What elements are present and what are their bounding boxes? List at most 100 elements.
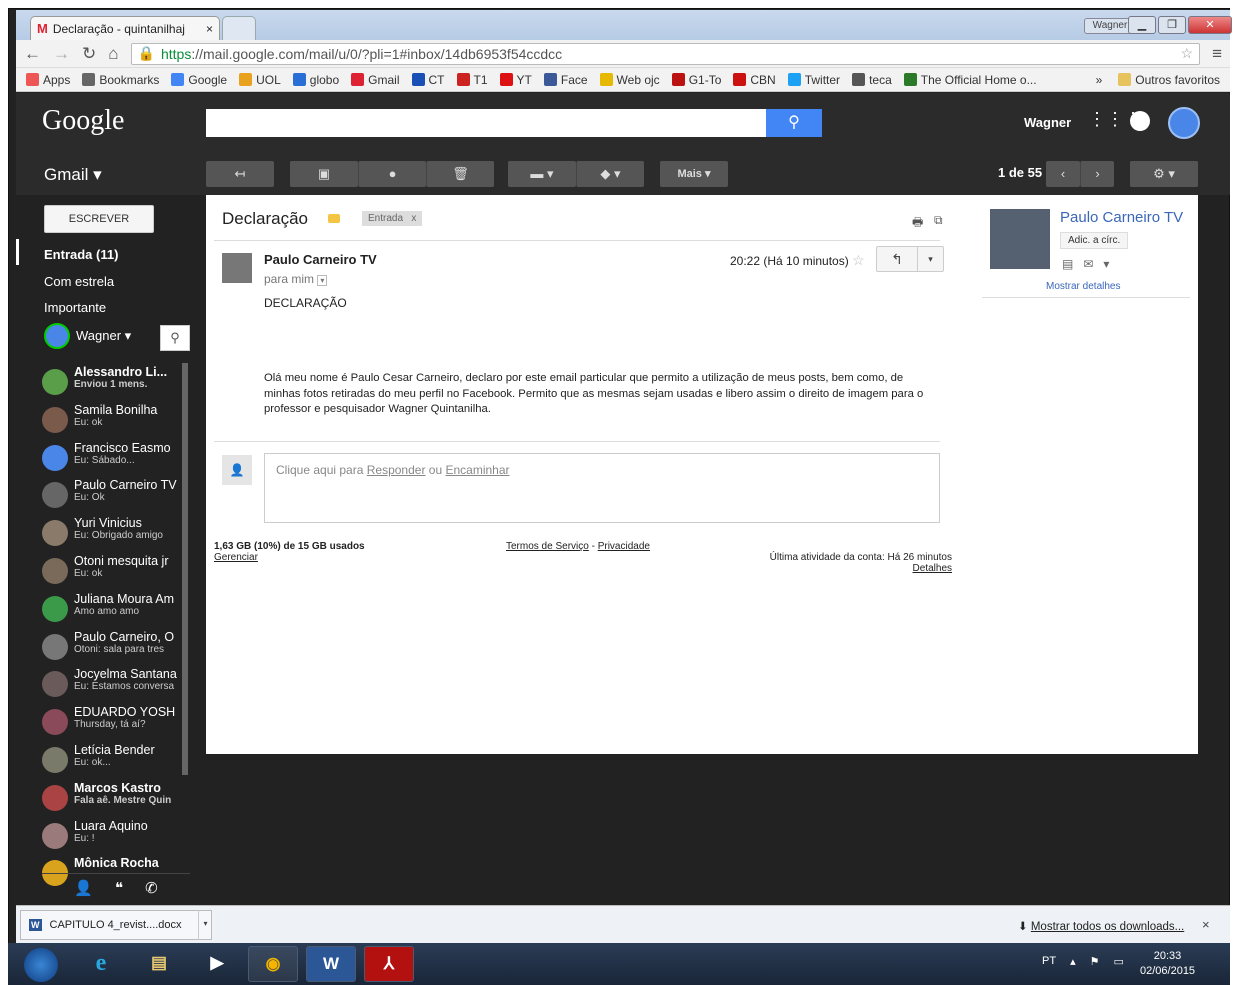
tray-expand-icon[interactable]: ▴ xyxy=(1070,955,1076,968)
older-button[interactable]: › xyxy=(1080,161,1114,187)
bookmark-item[interactable]: Google xyxy=(165,73,233,87)
google-logo[interactable]: Google xyxy=(42,105,124,137)
add-to-circles-button[interactable]: Adic. a círc. xyxy=(1060,232,1129,249)
report-spam-button[interactable]: ● xyxy=(358,161,426,187)
chrome-icon[interactable]: ◉ xyxy=(248,946,298,982)
tab-close-icon[interactable]: × xyxy=(206,22,213,36)
bookmark-item[interactable]: Twitter xyxy=(782,73,846,87)
show-all-downloads-link[interactable]: ⬇ Mostrar todos os downloads... xyxy=(1018,919,1184,933)
details-link[interactable]: Detalhes xyxy=(676,563,952,574)
contact-photo[interactable] xyxy=(990,209,1050,269)
chat-contact[interactable]: Letícia Bender Eu: ok... xyxy=(42,743,192,781)
back-icon[interactable]: ← xyxy=(24,44,41,64)
bookmark-item[interactable]: Web ojc xyxy=(594,73,666,87)
phone-icon[interactable]: ✆ xyxy=(145,879,158,897)
minimize-button[interactable]: ▁ xyxy=(1128,16,1156,34)
maximize-button[interactable]: ❐ xyxy=(1158,16,1186,34)
account-avatar[interactable] xyxy=(1168,107,1200,139)
chat-status-menu[interactable]: Wagner ▾ xyxy=(44,323,131,349)
clock[interactable]: 20:33 02/06/2015 xyxy=(1140,949,1195,979)
other-bookmarks[interactable]: Outros favoritos xyxy=(1112,73,1230,87)
bookmark-item[interactable]: CT xyxy=(406,73,451,87)
chat-contact[interactable]: Marcos Kastro Fala aê. Mestre Quin xyxy=(42,781,192,819)
media-player-icon[interactable]: ▶ xyxy=(192,946,242,982)
chat-contact[interactable]: Paulo Carneiro, O Otoni: sala para tres xyxy=(42,630,192,668)
gmail-menu[interactable]: Gmail ▾ xyxy=(44,165,102,185)
acrobat-icon[interactable]: ⅄ xyxy=(364,946,414,982)
new-window-icon[interactable]: ⧉ xyxy=(934,213,943,228)
reply-link[interactable]: Responder xyxy=(367,463,426,477)
bookmark-item[interactable]: CBN xyxy=(727,73,781,87)
sender-name[interactable]: Paulo Carneiro TV xyxy=(264,252,377,267)
move-to-button[interactable]: ▬ ▾ xyxy=(508,161,576,187)
word-icon[interactable]: W xyxy=(306,946,356,982)
email-icon[interactable]: ✉ xyxy=(1083,257,1093,271)
back-to-inbox-button[interactable]: ↤ xyxy=(206,161,274,187)
person-icon[interactable]: 👤 xyxy=(74,879,93,897)
bookmark-item[interactable]: YT xyxy=(494,73,538,87)
chat-search-button[interactable]: ⚲ xyxy=(160,325,190,351)
url-input[interactable]: 🔒 https://mail.google.com/mail/u/0/?pli=… xyxy=(130,42,1201,65)
settings-button[interactable]: ⚙ ▾ xyxy=(1130,161,1198,187)
nav-starred[interactable]: Com estrela xyxy=(44,274,114,289)
bookmark-item[interactable]: Apps xyxy=(20,73,76,87)
bookmark-item[interactable]: The Official Home o... xyxy=(898,73,1043,87)
labels-button[interactable]: ◆ ▾ xyxy=(576,161,644,187)
more-button[interactable]: Mais ▾ xyxy=(660,161,728,187)
print-icon[interactable]: 🖶 xyxy=(912,213,923,234)
hangouts-icon[interactable]: ❝ xyxy=(115,879,123,897)
bookmark-item[interactable]: UOL xyxy=(233,73,287,87)
bookmark-item[interactable]: G1-To xyxy=(666,73,728,87)
explorer-icon[interactable]: ▤ xyxy=(134,946,184,982)
details-dropdown-icon[interactable]: ▾ xyxy=(317,275,328,286)
manage-link[interactable]: Gerenciar xyxy=(214,552,365,563)
search-input[interactable] xyxy=(206,109,766,137)
bookmark-star-icon[interactable]: ☆ xyxy=(1181,45,1194,62)
download-item[interactable]: W CAPITULO 4_revist....docx xyxy=(20,910,212,940)
ie-icon[interactable]: e xyxy=(76,946,126,982)
chat-contact[interactable]: Samila Bonilha Eu: ok xyxy=(42,403,192,441)
close-window-button[interactable]: ✕ xyxy=(1188,16,1232,34)
language-indicator[interactable]: PT xyxy=(1042,955,1056,968)
label-remove-icon[interactable]: x xyxy=(411,213,416,224)
more-bookmarks-icon[interactable]: » xyxy=(1086,73,1113,87)
network-icon[interactable]: ▭ xyxy=(1113,955,1123,968)
user-name[interactable]: Wagner xyxy=(1024,115,1071,130)
chat-contact[interactable]: Francisco Easmo Eu: Sábado... xyxy=(42,441,192,479)
nav-inbox[interactable]: Entrada (11) xyxy=(44,247,118,262)
forward-icon[interactable]: → xyxy=(53,44,70,64)
reload-icon[interactable]: ↻ xyxy=(82,44,96,64)
privacy-link[interactable]: Privacidade xyxy=(598,541,650,552)
tab-gmail[interactable]: M Declaração - quintanilhaj × xyxy=(30,16,220,40)
chat-contact[interactable]: Luara Aquino Eu: ! xyxy=(42,819,192,857)
bookmark-item[interactable]: Bookmarks xyxy=(76,73,165,87)
reply-button[interactable]: ↰ ▾ xyxy=(876,246,944,272)
start-button[interactable] xyxy=(24,948,58,982)
forward-link[interactable]: Encaminhar xyxy=(445,463,509,477)
nav-important[interactable]: Importante xyxy=(44,300,106,315)
contact-name[interactable]: Paulo Carneiro TV xyxy=(1060,209,1183,226)
delete-button[interactable]: 🗑 xyxy=(426,161,494,187)
chat-contact[interactable]: EDUARDO YOSH Thursday, tá aí? xyxy=(42,705,192,743)
new-tab-button[interactable] xyxy=(222,16,256,40)
chat-contact[interactable]: Juliana Moura Am Amo amo amo xyxy=(42,592,192,630)
chat-contact[interactable]: Jocyelma Santana Eu: Estamos conversa xyxy=(42,667,192,705)
compose-button[interactable]: ESCREVER xyxy=(44,205,154,233)
chevron-down-icon[interactable]: ▾ xyxy=(1103,257,1109,271)
bookmark-item[interactable]: Gmail xyxy=(345,73,405,87)
more-actions-icon[interactable]: ▾ xyxy=(917,247,943,271)
bookmark-item[interactable]: T1 xyxy=(451,73,494,87)
menu-icon[interactable]: ≡ xyxy=(1212,44,1222,64)
importance-marker-icon[interactable] xyxy=(328,214,340,223)
recipient-line[interactable]: para mim ▾ xyxy=(264,272,328,286)
home-icon[interactable]: ⌂ xyxy=(108,44,118,64)
chat-contact[interactable]: Paulo Carneiro TV Eu: Ok xyxy=(42,478,192,516)
bookmark-item[interactable]: teca xyxy=(846,73,898,87)
terms-link[interactable]: Termos de Serviço xyxy=(506,541,589,552)
star-icon[interactable]: ☆ xyxy=(852,252,865,268)
bookmark-item[interactable]: Face xyxy=(538,73,594,87)
notifications-icon[interactable] xyxy=(1130,111,1150,131)
show-details-link[interactable]: Mostrar detalhes xyxy=(1046,281,1120,292)
flag-icon[interactable]: ⚑ xyxy=(1090,955,1100,968)
close-download-bar-icon[interactable]: × xyxy=(1202,917,1210,932)
